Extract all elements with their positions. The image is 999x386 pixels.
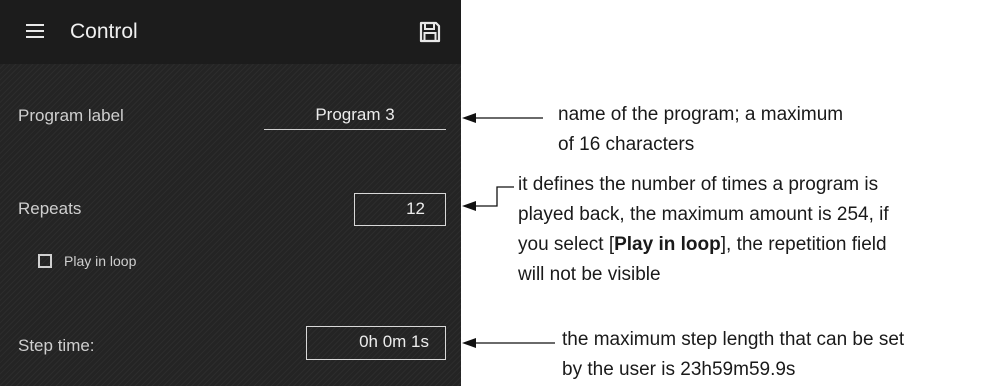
program-label-annotation: name of the program; a maximum of 16 cha… (558, 104, 844, 155)
arrow-head-step (462, 338, 476, 348)
repeats-annotation: it defines the number of times a program… (518, 174, 889, 285)
arrow-head-program (462, 113, 476, 123)
arrow-line-repeats (476, 186, 514, 207)
arrow-head-repeats (462, 201, 476, 211)
step-time-annotation: the maximum step length that can be set … (562, 329, 905, 380)
